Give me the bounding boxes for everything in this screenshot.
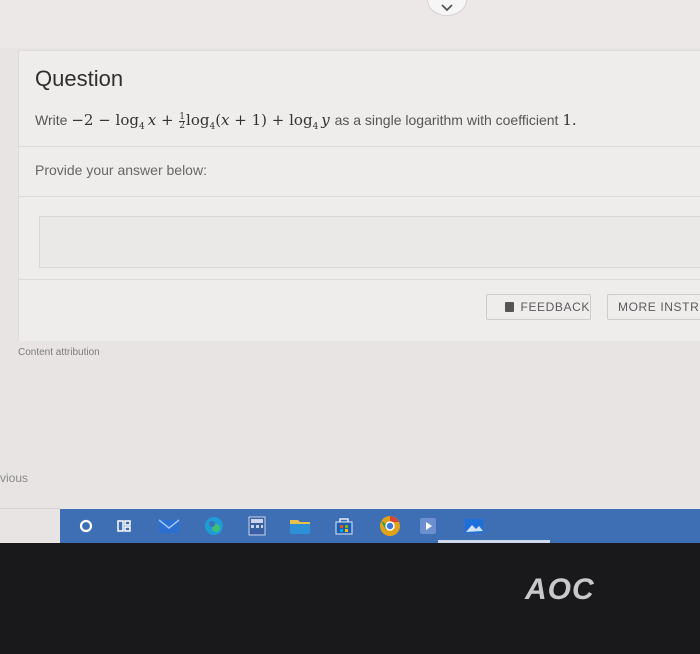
answer-input[interactable] — [39, 216, 700, 268]
media-player-icon[interactable] — [416, 514, 440, 538]
windows-taskbar — [60, 509, 700, 543]
more-instructions-label: MORE INSTRU — [618, 300, 700, 314]
prompt-prefix: Write — [35, 112, 68, 128]
prompt-suffix: as a single logarithm with coefficient — [334, 112, 559, 128]
feedback-button[interactable]: FEEDBACK — [486, 294, 591, 320]
mail-icon[interactable] — [157, 514, 181, 538]
provide-answer-label: Provide your answer below: — [35, 162, 207, 178]
content-attribution-link[interactable]: Content attribution — [18, 347, 100, 358]
feedback-label: FEEDBACK — [520, 300, 590, 314]
question-card: Question Write −2 − log4 x + 1 2 log4(x + … — [18, 50, 700, 341]
chrome-icon[interactable] — [378, 514, 402, 538]
more-instructions-button[interactable]: MORE INSTRU — [607, 294, 700, 320]
divider — [19, 196, 700, 197]
divider — [19, 146, 700, 147]
photos-icon[interactable] — [462, 514, 486, 538]
fraction-half: 12 — [179, 111, 186, 131]
monitor-bezel: AOC — [0, 543, 700, 654]
top-bar — [0, 0, 700, 48]
divider — [0, 508, 60, 509]
file-explorer-icon[interactable] — [288, 514, 312, 538]
question-prompt: Write −2 − log4 x + 1 2 log4(x + 1) + log4… — [35, 111, 577, 132]
question-title: Question — [35, 66, 124, 91]
collapse-button[interactable] — [427, 0, 467, 16]
monitor-brand-logo: AOC — [525, 573, 595, 606]
search-icon[interactable] — [74, 514, 98, 538]
store-icon[interactable] — [332, 514, 356, 538]
chevron-down-icon — [441, 4, 453, 12]
browser-viewport: Question Write −2 − log4 x + 1 2 log4(x + … — [0, 0, 700, 543]
previous-button[interactable]: vious — [0, 471, 28, 485]
prompt-number: 1 — [562, 111, 572, 129]
math-expression: −2 − log4 x + 1 2 log4(x + 1) + log4 y — [71, 111, 330, 132]
calculator-icon[interactable] — [245, 514, 269, 538]
task-view-icon[interactable] — [112, 514, 136, 538]
divider — [19, 279, 700, 280]
feedback-icon — [505, 302, 514, 312]
edge-icon[interactable] — [202, 514, 226, 538]
